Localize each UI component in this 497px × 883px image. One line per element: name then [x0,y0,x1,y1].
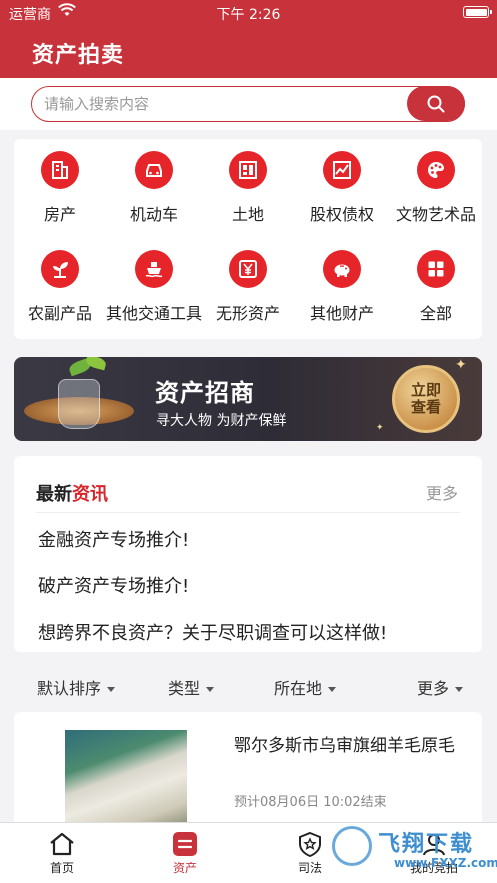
search-button[interactable] [407,86,465,121]
banner-subtitle: 寻大人物 为财产保鲜 [156,413,287,429]
sparkle-icon: ✦ [376,423,384,433]
category-grid: 房产 机动车 土地 股权债权 文物艺术品 农副产品 其他交通工具 无形资产 其他… [14,139,482,339]
sprout-icon [41,250,79,288]
filter-location[interactable]: 所在地 [274,675,337,699]
land-grid-icon [229,151,267,189]
news-item[interactable]: 破产资产专场推介! [38,572,189,598]
watermark-url: www.FXXZ.com [394,856,497,870]
top-header: 运营商 下午 2:26 资产拍卖 [0,0,497,78]
auction-listing[interactable]: 鄂尔多斯市乌审旗细羊毛原毛 预计08月06日 10:02结束 [14,712,482,832]
listing-end-time: 预计08月06日 10:02结束 [234,795,387,810]
filter-type[interactable]: 类型 [168,675,215,699]
view-now-button[interactable]: 立即 查看 [392,365,460,433]
category-vehicle[interactable]: 机动车 [108,139,200,229]
investment-banner[interactable]: 资产招商 寻大人物 为财产保鲜 立即 查看 ✦ ✦ [14,357,482,441]
all-grid-icon [417,250,455,288]
coin-jar-image [58,379,100,429]
status-bar: 运营商 下午 2:26 [0,0,497,26]
news-heading-prefix: 最新 [36,484,72,505]
category-agri[interactable]: 农副产品 [14,238,106,328]
sparkle-icon: ✦ [455,357,467,373]
view-now-label: 立即 查看 [410,381,441,416]
filter-sort[interactable]: 默认排序 [37,675,116,699]
listing-title: 鄂尔多斯市乌审旗细羊毛原毛 [234,736,455,756]
site-watermark: 飞翔下载 www.FXXZ.com [328,820,497,880]
justice-icon [299,831,321,857]
news-heading-accent: 资讯 [72,484,108,505]
clock: 下午 2:26 [216,7,281,23]
news-section: 最新资讯 更多 金融资产专场推介! 破产资产专场推介! 想跨界不良资产？关于尽职… [14,456,482,652]
filter-bar: 默认排序 类型 所在地 更多 [0,660,497,712]
category-art[interactable]: 文物艺术品 [390,139,482,229]
search-icon [427,95,445,113]
watermark-logo-icon [332,826,372,866]
tab-home[interactable]: 首页 [22,831,102,876]
building-icon [41,151,79,189]
palette-icon [417,151,455,189]
tab-label: 首页 [49,861,74,875]
search-bar [0,78,497,130]
listing-thumbnail [65,730,187,832]
dropdown-arrow-icon [328,687,337,692]
ship-icon [135,250,173,288]
banner-title: 资产招商 [155,379,255,407]
category-transport[interactable]: 其他交通工具 [106,238,202,328]
divider [36,512,460,513]
asset-icon [173,832,197,856]
category-house[interactable]: 房产 [14,139,106,229]
news-heading: 最新资讯 [36,480,108,506]
dropdown-arrow-icon [107,687,116,692]
category-all[interactable]: 全部 [390,238,482,328]
tab-label: 资产 [172,861,197,875]
home-icon [50,832,74,856]
filter-more[interactable]: 更多 [417,675,464,699]
category-intangible[interactable]: 无形资产 [202,238,294,328]
news-more-link[interactable]: 更多 [426,480,458,504]
yen-icon [229,250,267,288]
dropdown-arrow-icon [455,687,464,692]
filter-label: 默认排序 [37,679,102,698]
search-input[interactable] [44,92,404,116]
news-item[interactable]: 想跨界不良资产？关于尽职调查可以这样做! [38,619,387,645]
category-label: 文物艺术品 [395,205,476,224]
filter-label: 类型 [168,679,201,698]
car-icon [135,151,173,189]
trend-chart-icon [323,151,361,189]
watermark-text: 飞翔下载 [378,832,475,857]
category-equity[interactable]: 股权债权 [296,139,388,229]
piggy-bank-icon [323,250,361,288]
page-title: 资产拍卖 [32,43,125,68]
category-other-property[interactable]: 其他财产 [296,238,388,328]
filter-label: 更多 [417,679,450,698]
category-land[interactable]: 土地 [202,139,294,229]
news-item[interactable]: 金融资产专场推介! [38,526,189,552]
filter-label: 所在地 [274,679,323,698]
battery-icon [463,6,492,18]
search-box [31,86,465,122]
tab-assets[interactable]: 资产 [145,831,225,876]
category-label: 全部 [419,304,452,323]
dropdown-arrow-icon [206,687,215,692]
tab-label: 司法 [297,861,322,875]
